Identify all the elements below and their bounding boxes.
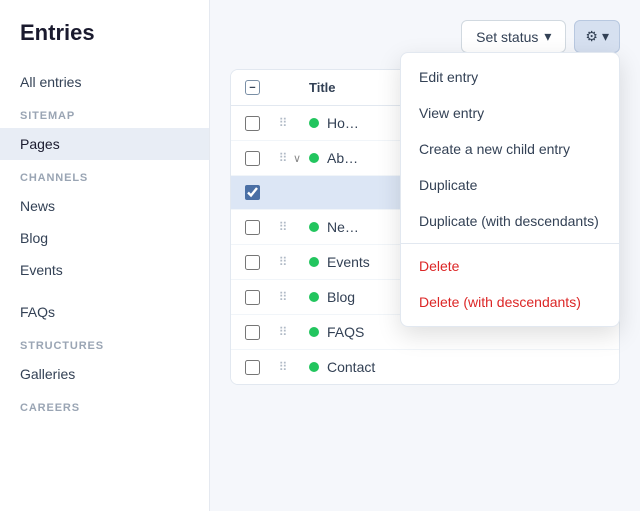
expand-chevron-icon[interactable]: ∨ [293, 152, 309, 165]
row-checkbox-about[interactable] [245, 151, 273, 166]
set-status-chevron: ▾ [544, 28, 551, 45]
status-dot-home [309, 118, 319, 128]
drag-handle-icon[interactable]: ⠿ [273, 220, 293, 234]
sidebar-item-galleries[interactable]: Galleries [0, 358, 209, 390]
sidebar-item-faqs[interactable]: FAQs [0, 296, 209, 328]
gear-menu-button[interactable]: ⚙ ▾ [574, 20, 620, 53]
drag-handle-icon[interactable]: ⠿ [273, 255, 293, 269]
drag-handle-icon[interactable]: ⠿ [273, 290, 293, 304]
row-checkbox-events[interactable] [245, 255, 273, 270]
sidebar-section-careers: CAREERS [0, 390, 209, 420]
sidebar: Entries All entries SITEMAP Pages CHANNE… [0, 0, 210, 511]
table-row: ⠿ Contact [231, 350, 619, 384]
dropdown-divider [401, 243, 619, 244]
row-checkbox-blog[interactable] [245, 290, 273, 305]
status-dot-events [309, 257, 319, 267]
set-status-button[interactable]: Set status ▾ [461, 20, 566, 53]
toolbar: Set status ▾ ⚙ ▾ [230, 20, 620, 53]
sidebar-section-channels: CHANNELS [0, 160, 209, 190]
row-checkbox-contact[interactable] [245, 360, 273, 375]
dropdown-item-edit-entry[interactable]: Edit entry [401, 59, 619, 95]
sidebar-item-blog[interactable]: Blog [0, 222, 209, 254]
sidebar-item-events[interactable]: Events [0, 254, 209, 286]
dropdown-item-duplicate[interactable]: Duplicate [401, 167, 619, 203]
context-dropdown: Edit entry View entry Create a new child… [400, 52, 620, 327]
sidebar-section-sitemap: SITEMAP [0, 98, 209, 128]
row-checkbox-faqs[interactable] [245, 325, 273, 340]
row-checkbox-news2[interactable] [245, 220, 273, 235]
sidebar-item-all-entries[interactable]: All entries [0, 66, 209, 98]
status-dot-blog [309, 292, 319, 302]
row-checkbox-news[interactable] [245, 185, 273, 200]
select-all-checkbox[interactable]: − [245, 80, 260, 95]
dropdown-item-delete[interactable]: Delete [401, 248, 619, 284]
select-all-checkbox-container: − [245, 80, 273, 95]
gear-icon: ⚙ [585, 28, 598, 45]
main-content: Set status ▾ ⚙ ▾ − Title ⠿ Ho… ⠿ [210, 0, 640, 511]
drag-handle-icon[interactable]: ⠿ [273, 360, 293, 374]
dropdown-item-duplicate-descendants[interactable]: Duplicate (with descendants) [401, 203, 619, 239]
dropdown-item-delete-descendants[interactable]: Delete (with descendants) [401, 284, 619, 320]
drag-handle-icon[interactable]: ⠿ [273, 116, 293, 130]
status-dot-about [309, 153, 319, 163]
sidebar-item-pages[interactable]: Pages [0, 128, 209, 160]
status-dot-contact [309, 362, 319, 372]
dropdown-item-create-child[interactable]: Create a new child entry [401, 131, 619, 167]
drag-handle-icon[interactable]: ⠿ [273, 325, 293, 339]
sidebar-item-news[interactable]: News [0, 190, 209, 222]
dropdown-item-view-entry[interactable]: View entry [401, 95, 619, 131]
drag-handle-icon[interactable]: ⠿ [273, 151, 293, 165]
set-status-label: Set status [476, 29, 538, 45]
status-dot-news2 [309, 222, 319, 232]
status-dot-faqs [309, 327, 319, 337]
row-title-contact: Contact [327, 359, 605, 375]
sidebar-title: Entries [0, 20, 209, 66]
gear-chevron-icon: ▾ [602, 28, 609, 45]
row-checkbox-home[interactable] [245, 116, 273, 131]
sidebar-section-structures: STRUCTURES [0, 328, 209, 358]
